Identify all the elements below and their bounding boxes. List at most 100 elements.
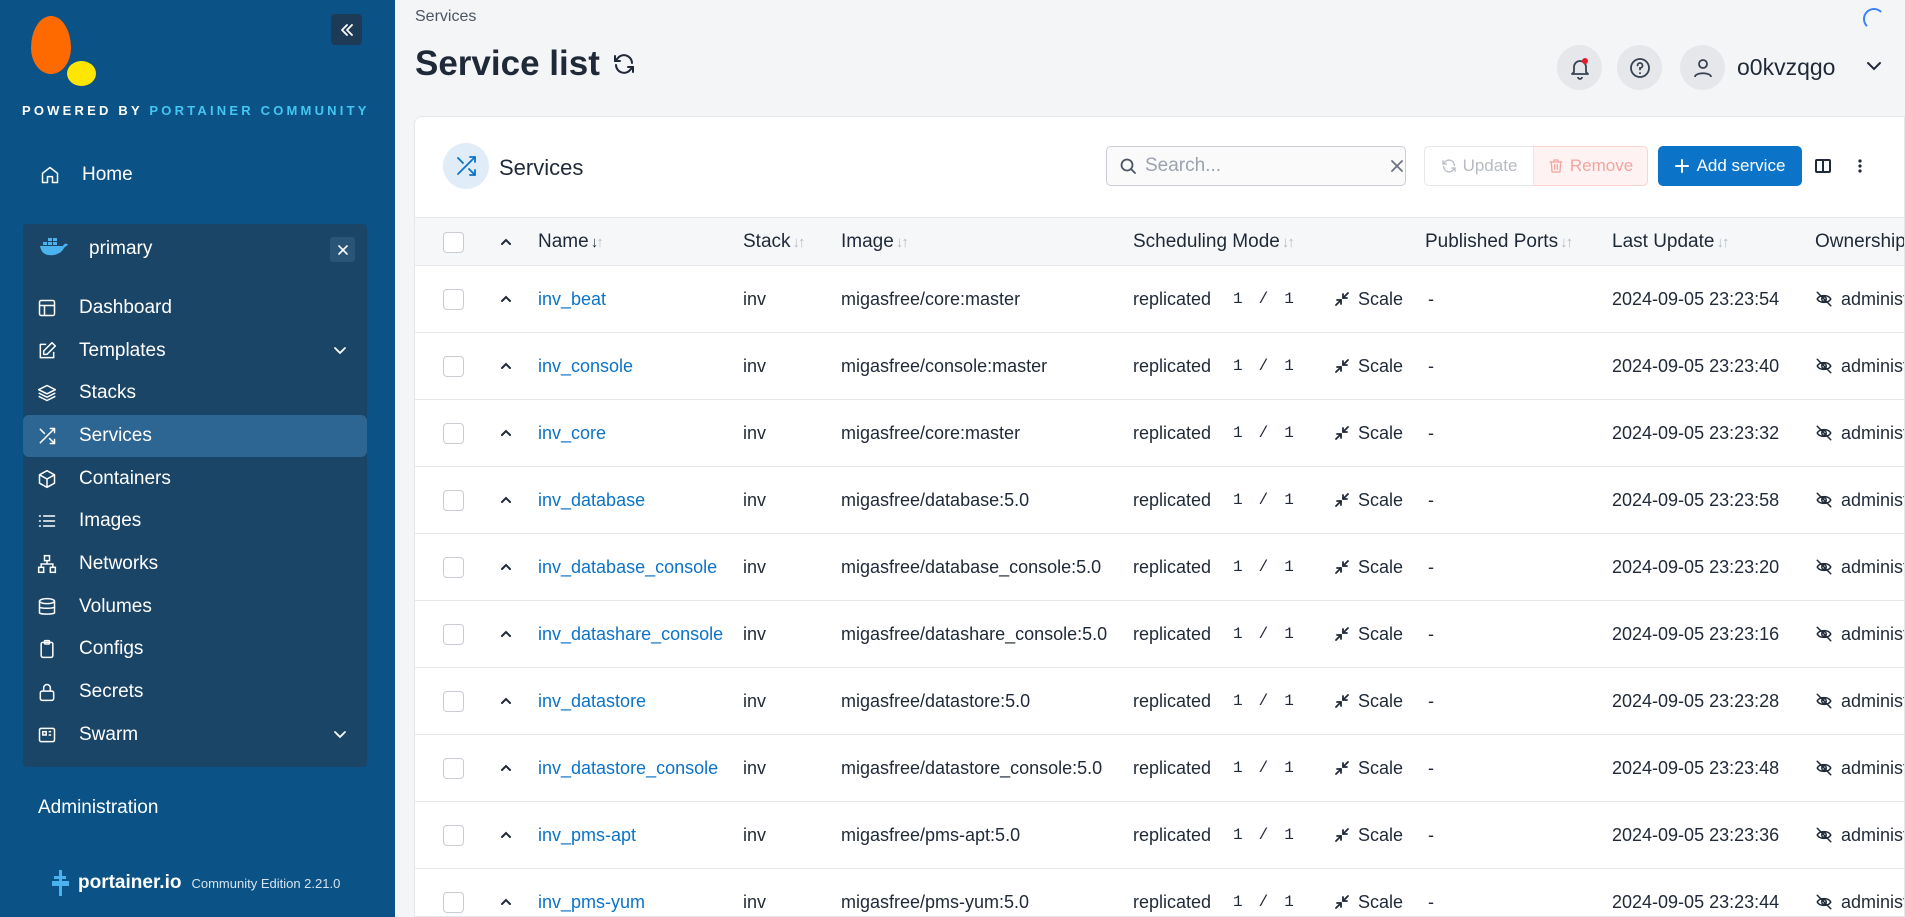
service-name-link[interactable]: inv_beat — [538, 266, 606, 332]
service-name-link[interactable]: inv_datashare_console — [538, 601, 723, 667]
expand-row-toggle[interactable] — [499, 333, 513, 399]
administration-section[interactable]: Administration — [38, 797, 158, 819]
expand-row-toggle[interactable] — [499, 266, 513, 332]
scale-button[interactable]: Scale — [1334, 266, 1403, 332]
row-checkbox[interactable] — [443, 757, 464, 779]
user-avatar[interactable] — [1680, 45, 1725, 90]
column-header-name[interactable]: Name ↓↑ — [538, 218, 604, 266]
running-count: 1 — [1233, 893, 1243, 911]
sidebar-item-templates[interactable]: Templates — [23, 330, 367, 372]
row-checkbox[interactable] — [443, 288, 464, 310]
dashboard-icon — [35, 296, 59, 320]
columns-icon[interactable] — [1814, 157, 1832, 175]
scheduling-mode: replicated 1 / 1 — [1133, 400, 1294, 466]
expand-row-toggle[interactable] — [499, 467, 513, 533]
stack-name: inv — [743, 690, 767, 711]
scale-button[interactable]: Scale — [1334, 534, 1403, 600]
row-checkbox[interactable] — [443, 355, 464, 377]
trash-icon — [1549, 159, 1563, 173]
row-checkbox[interactable] — [443, 623, 464, 645]
scale-button[interactable]: Scale — [1334, 400, 1403, 466]
sidebar-item-images[interactable]: Images — [23, 500, 367, 542]
more-vertical-icon[interactable] — [1851, 157, 1869, 175]
service-name-link[interactable]: inv_pms-apt — [538, 802, 636, 868]
row-checkbox[interactable] — [443, 891, 464, 913]
sidebar-item-volumes[interactable]: Volumes — [23, 586, 367, 628]
collapse-sidebar-button[interactable] — [331, 14, 362, 45]
service-name-link[interactable]: inv_database — [538, 467, 645, 533]
column-header-image[interactable]: Image ↓↑ — [841, 218, 909, 266]
double-chevron-left-icon — [340, 23, 353, 36]
expand-row-toggle[interactable] — [499, 668, 513, 734]
sidebar-item-stacks[interactable]: Stacks — [23, 372, 367, 414]
column-header-published-ports[interactable]: Published Ports ↓↑ — [1425, 218, 1573, 266]
sidebar-item-label: Containers — [79, 468, 171, 489]
expand-row-toggle[interactable] — [499, 534, 513, 600]
service-name-link[interactable]: inv_pms-yum — [538, 869, 645, 916]
running-count: 1 — [1233, 625, 1243, 643]
sidebar-item-secrets[interactable]: Secrets — [23, 671, 367, 713]
ownership: administrators — [1815, 400, 1904, 466]
sidebar-item-label: Swarm — [79, 724, 139, 745]
search-input[interactable] — [1145, 155, 1390, 177]
row-checkbox[interactable] — [443, 489, 464, 511]
sidebar-item-home[interactable]: Home — [26, 154, 370, 196]
chevron-up-icon — [501, 362, 511, 369]
expand-row-toggle[interactable] — [499, 601, 513, 667]
ownership: administrators — [1815, 668, 1904, 734]
desired-count: 1 — [1284, 357, 1294, 375]
column-header-scheduling-mode[interactable]: Scheduling Mode ↓↑ — [1133, 218, 1295, 266]
row-checkbox[interactable] — [443, 690, 464, 712]
service-name-link[interactable]: inv_datastore — [538, 668, 646, 734]
service-name-link[interactable]: inv_database_console — [538, 534, 717, 600]
refresh-icon[interactable] — [612, 52, 636, 76]
expand-all-toggle[interactable] — [499, 218, 513, 266]
scale-button[interactable]: Scale — [1334, 333, 1403, 399]
column-header-last-update[interactable]: Last Update ↓↑ — [1612, 218, 1729, 266]
environment-header[interactable]: primary — [23, 228, 367, 270]
row-checkbox[interactable] — [443, 556, 464, 578]
clear-search-icon[interactable] — [1390, 159, 1404, 173]
expand-row-toggle[interactable] — [499, 802, 513, 868]
service-name-link[interactable]: inv_datastore_console — [538, 735, 718, 801]
portainer-logo[interactable] — [31, 16, 71, 74]
expand-row-toggle[interactable] — [499, 400, 513, 466]
select-all-checkbox[interactable] — [443, 231, 464, 253]
update-button[interactable]: Update — [1424, 146, 1534, 186]
expand-row-toggle[interactable] — [499, 735, 513, 801]
notifications-button[interactable] — [1557, 45, 1602, 90]
scale-button[interactable]: Scale — [1334, 668, 1403, 734]
service-name-link[interactable]: inv_console — [538, 333, 633, 399]
scale-button[interactable]: Scale — [1334, 601, 1403, 667]
sidebar-item-swarm[interactable]: Swarm — [23, 714, 367, 756]
chevron-down-icon[interactable] — [1864, 56, 1884, 76]
sidebar-item-configs[interactable]: Configs — [23, 628, 367, 670]
ownership: administrators — [1815, 467, 1904, 533]
image-name: migasfree/pms-apt:5.0 — [841, 824, 1021, 845]
close-environment-button[interactable] — [330, 237, 355, 262]
column-header-stack[interactable]: Stack ↓↑ — [743, 218, 806, 266]
remove-button[interactable]: Remove — [1534, 146, 1648, 186]
scale-label: Scale — [1358, 355, 1404, 376]
row-checkbox[interactable] — [443, 824, 464, 846]
stack-name: inv — [743, 623, 767, 644]
replica-separator: / — [1258, 692, 1269, 710]
scale-button[interactable]: Scale — [1334, 735, 1403, 801]
user-name[interactable]: o0kvzqgo — [1737, 54, 1835, 81]
sidebar-item-containers[interactable]: Containers — [23, 458, 367, 500]
sidebar-item-dashboard[interactable]: Dashboard — [23, 287, 367, 329]
service-name-link[interactable]: inv_core — [538, 400, 606, 466]
sidebar-item-networks[interactable]: Networks — [23, 543, 367, 585]
column-header-ownership[interactable]: Ownership — [1815, 218, 1904, 266]
sidebar-item-services[interactable]: Services — [23, 415, 367, 457]
expand-row-toggle[interactable] — [499, 869, 513, 916]
scale-button[interactable]: Scale — [1334, 802, 1403, 868]
scale-button[interactable]: Scale — [1334, 467, 1403, 533]
scale-button[interactable]: Scale — [1334, 869, 1403, 916]
ownership: administrators — [1815, 333, 1904, 399]
help-button[interactable] — [1617, 45, 1662, 90]
add-service-button[interactable]: Add service — [1658, 146, 1802, 186]
last-update: 2024-09-05 23:23:58 — [1612, 489, 1780, 510]
eye-off-icon — [1816, 291, 1832, 307]
row-checkbox[interactable] — [443, 422, 464, 444]
